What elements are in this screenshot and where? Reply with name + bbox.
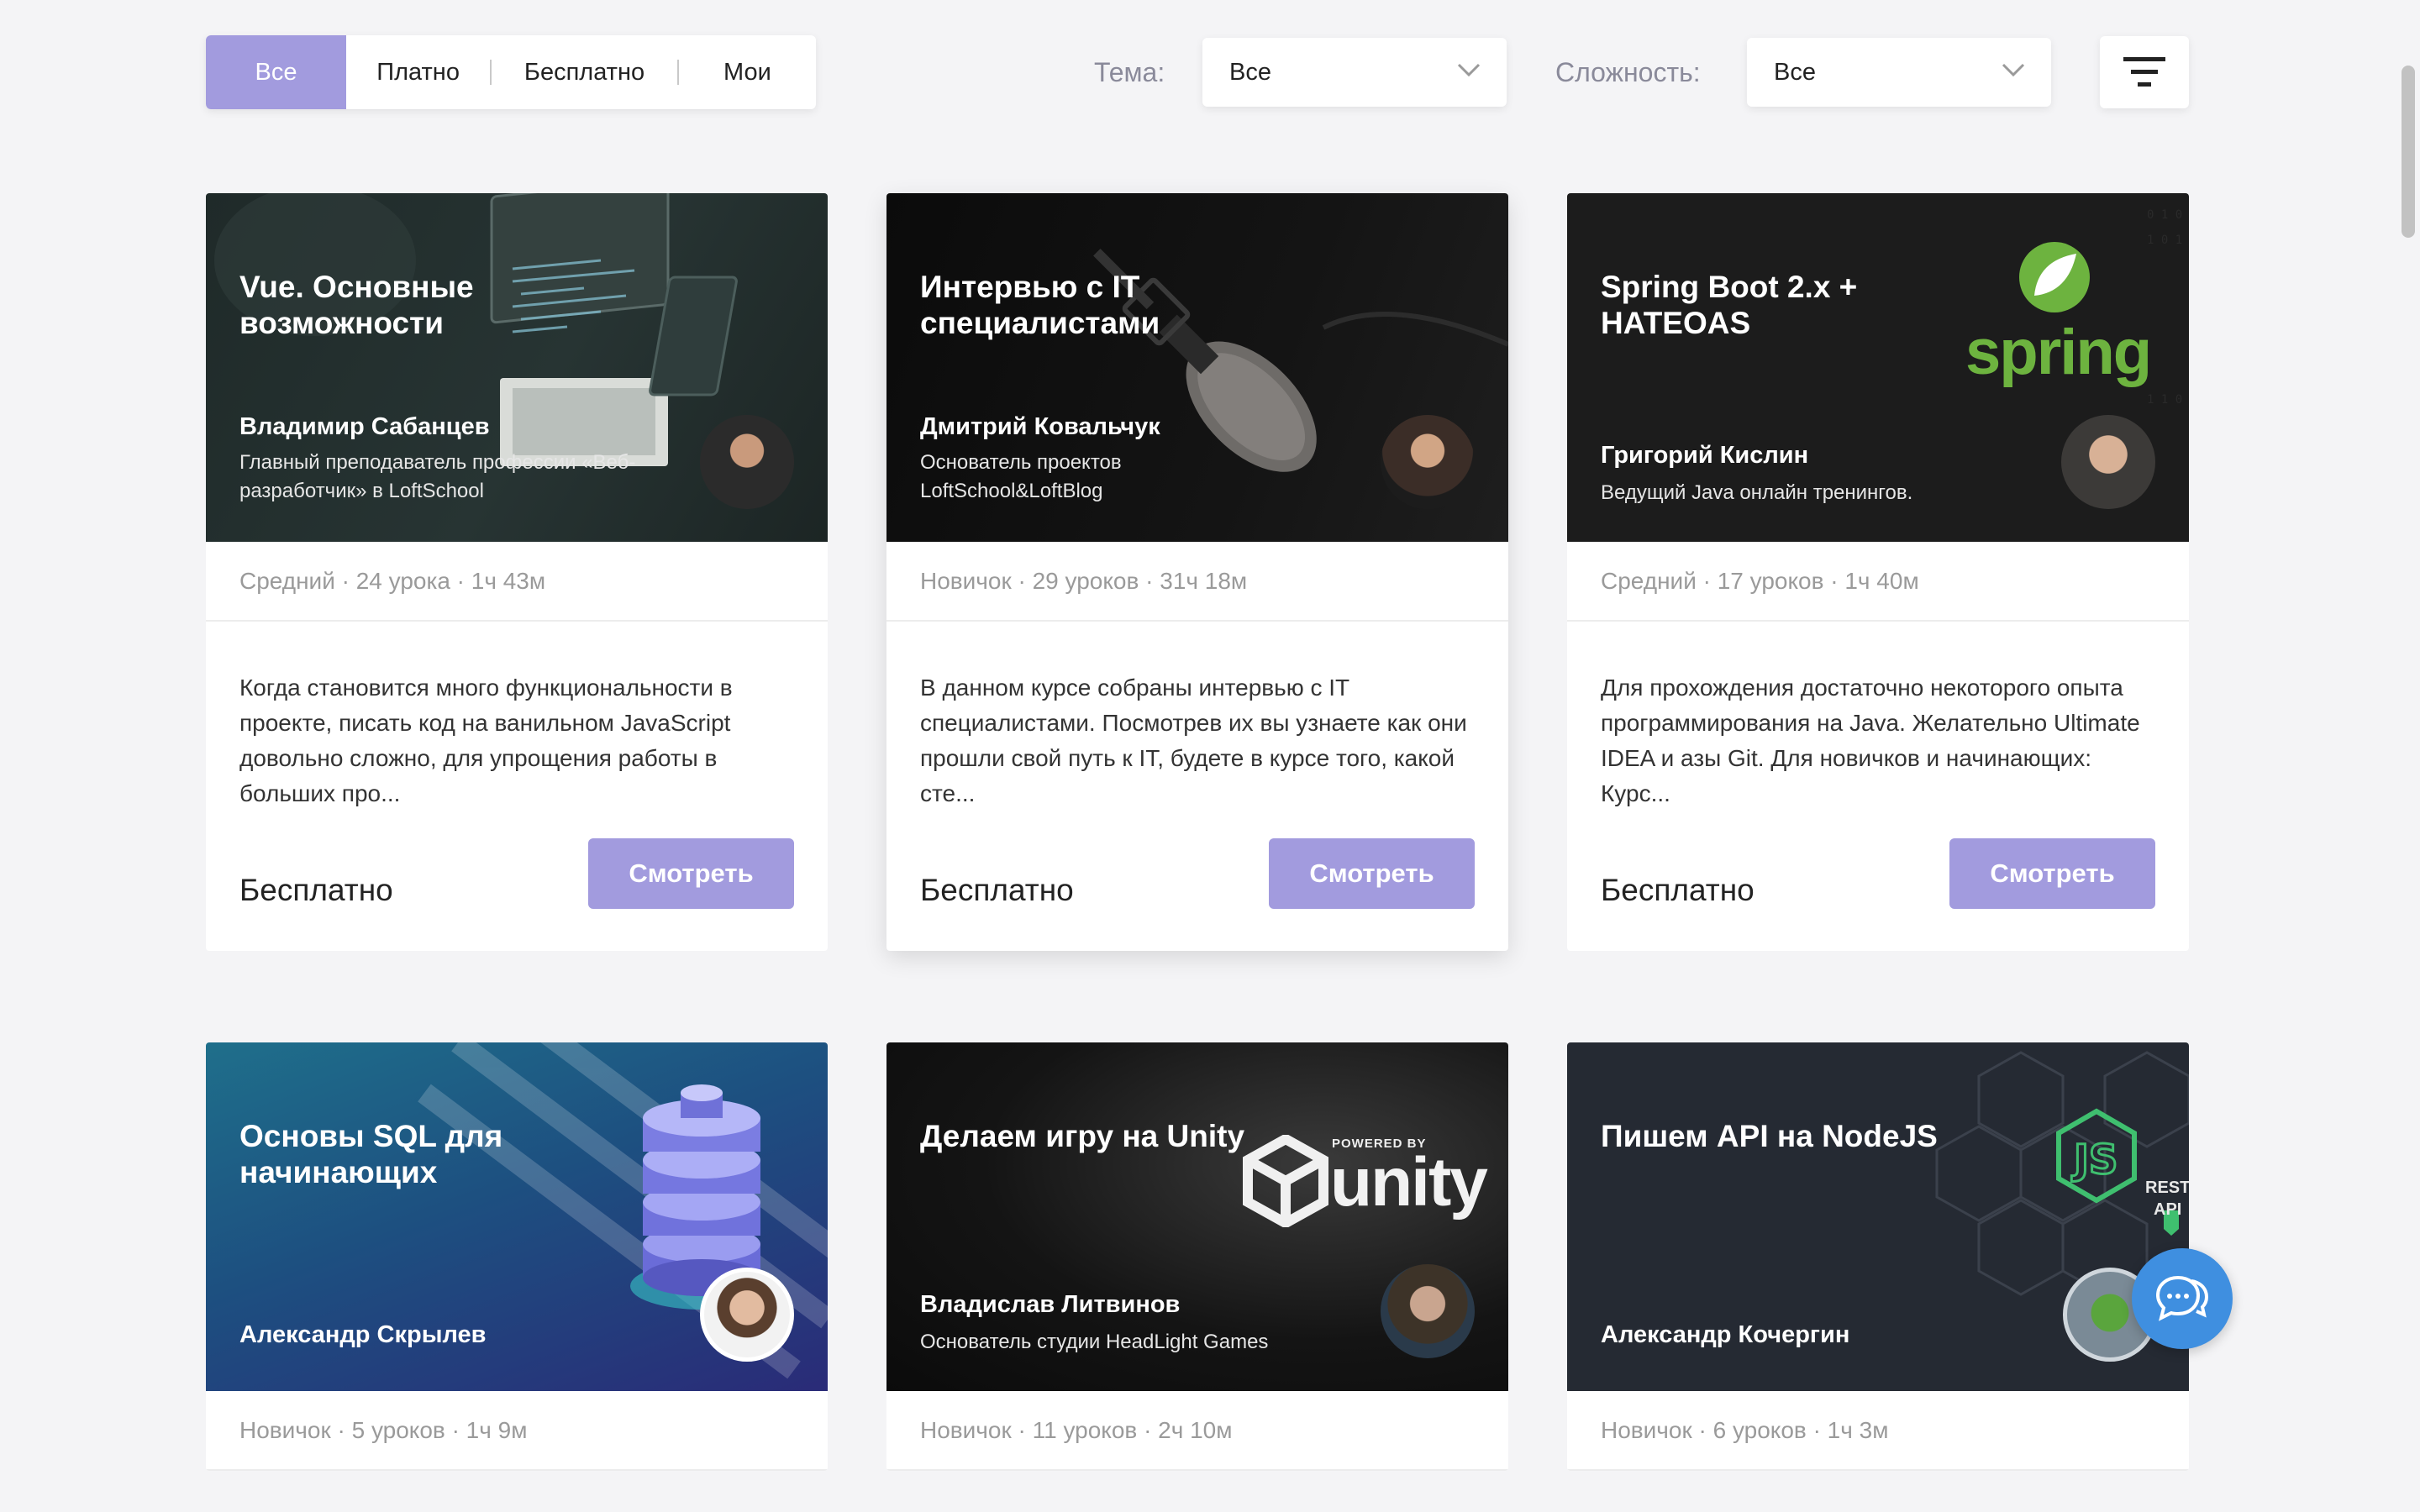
svg-text:1 1 0: 1 1 0 — [2147, 393, 2182, 407]
course-author-role: Основатель студии HeadLight Games — [920, 1331, 1269, 1353]
course-banner: Интервью с IT специалистами Дмитрий Кова… — [886, 193, 1508, 542]
course-author: Дмитрий Ковальчук — [920, 413, 1160, 440]
course-banner: Основы SQL для начинающих Александр Скры… — [206, 1042, 828, 1391]
svg-text:1 0 1: 1 0 1 — [2147, 234, 2182, 247]
tab-paid[interactable]: Платно — [346, 35, 490, 109]
course-title: Пишем API на NodeJS — [1601, 1119, 1938, 1153]
topic-label: Тема: — [1094, 56, 1165, 87]
course-description: Когда становится много функциональности … — [239, 675, 733, 806]
author-avatar — [1381, 1264, 1475, 1358]
course-meta: Средний · 17 уроков · 1ч 40м — [1567, 542, 2189, 622]
course-meta: Новичок · 5 уроков · 1ч 9м — [206, 1391, 828, 1471]
course-title: Интервью с IT специалистами — [920, 270, 1160, 340]
course-description: В данном курсе собраны интервью с IT спе… — [920, 675, 1467, 806]
difficulty-select[interactable]: Все — [1747, 38, 2051, 107]
filter-icon — [2123, 57, 2165, 87]
course-card[interactable]: Интервью с IT специалистами Дмитрий Кова… — [886, 193, 1508, 951]
course-card[interactable]: 0 1 0 1 0 1 1 1 0 spring Spring Boot 2.x +… — [1567, 193, 2189, 951]
course-title: Spring Boot 2.x + HATEOAS — [1601, 270, 1858, 340]
course-author-role: Основатель проектов LoftSchool&LoftBlog — [920, 451, 1122, 502]
course-footer: Бесплатно Смотреть — [206, 830, 828, 951]
course-title: Основы SQL для начинающих — [239, 1119, 503, 1189]
price-filter-tabs: Все Платно Бесплатно Мои — [206, 35, 816, 109]
course-card[interactable]: POWERED BY unity Делаем игру на Unity Вл… — [886, 1042, 1508, 1471]
course-price: Бесплатно — [920, 873, 1074, 907]
filter-bar: Все Платно Бесплатно Мои Тема: Все Сложн… — [206, 35, 2189, 109]
course-author: Александр Кочергин — [1601, 1321, 1850, 1348]
tab-free[interactable]: Бесплатно — [492, 35, 677, 109]
course-footer: Бесплатно Смотреть — [886, 830, 1508, 951]
topic-select[interactable]: Все — [1202, 38, 1507, 107]
author-avatar — [700, 1268, 794, 1362]
chevron-down-icon — [2002, 63, 2025, 77]
course-author-role: Главный преподаватель профессии «Веб-раз… — [239, 451, 636, 502]
svg-text:0 1 0: 0 1 0 — [2147, 208, 2182, 222]
course-meta: Средний · 24 урока · 1ч 43м — [206, 542, 828, 622]
course-footer: Бесплатно Смотреть — [1567, 830, 2189, 951]
svg-text:JS: JS — [2071, 1137, 2118, 1184]
course-card[interactable]: Vue. Основные возможности Владимир Сабан… — [206, 193, 828, 951]
course-author: Александр Скрылев — [239, 1321, 487, 1348]
course-banner: Vue. Основные возможности Владимир Сабан… — [206, 193, 828, 542]
topic-select-value: Все — [1229, 58, 1271, 86]
difficulty-select-value: Все — [1774, 58, 1816, 86]
chevron-down-icon — [1457, 63, 1481, 77]
tab-my[interactable]: Мои — [679, 35, 816, 109]
course-author-role: Ведущий Java онлайн тренингов. — [1601, 481, 1913, 504]
watch-button[interactable]: Смотреть — [1949, 838, 2155, 909]
chat-icon — [2155, 1275, 2209, 1321]
course-price: Бесплатно — [239, 873, 393, 907]
author-avatar — [1381, 415, 1475, 509]
scrollbar-thumb[interactable] — [2402, 66, 2415, 238]
course-meta: Новичок · 6 уроков · 1ч 3м — [1567, 1391, 2189, 1471]
watch-button[interactable]: Смотреть — [588, 838, 794, 909]
course-price: Бесплатно — [1601, 873, 1754, 907]
course-meta: Новичок · 29 уроков · 31ч 18м — [886, 542, 1508, 622]
spring-logo-text: spring — [1965, 317, 2152, 388]
author-avatar — [700, 415, 794, 509]
difficulty-label: Сложность: — [1555, 56, 1701, 87]
filter-button[interactable] — [2100, 36, 2189, 108]
tab-all[interactable]: Все — [206, 35, 347, 109]
course-author: Владимир Сабанцев — [239, 413, 490, 440]
course-meta: Новичок · 11 уроков · 2ч 10м — [886, 1391, 1508, 1471]
watch-button[interactable]: Смотреть — [1269, 838, 1475, 909]
course-author: Владислав Литвинов — [920, 1291, 1181, 1318]
author-avatar — [2061, 415, 2155, 509]
course-banner: POWERED BY unity Делаем игру на Unity Вл… — [886, 1042, 1508, 1391]
rest-api-badge-line1: REST — [2145, 1179, 2189, 1197]
rest-api-badge-line2: API — [2154, 1200, 2182, 1219]
course-card[interactable]: JS REST API Пишем API на NodeJS Александ… — [1567, 1042, 2189, 1471]
course-card[interactable]: Основы SQL для начинающих Александр Скры… — [206, 1042, 828, 1471]
course-description: Для прохождения достаточно некоторого оп… — [1601, 675, 2140, 806]
rest-api-badge: REST API — [2145, 1177, 2189, 1221]
chat-button[interactable] — [2132, 1248, 2233, 1349]
course-banner: JS REST API Пишем API на NodeJS Александ… — [1567, 1042, 2189, 1391]
course-author: Григорий Кислин — [1601, 442, 1809, 469]
course-title: Делаем игру на Unity — [920, 1119, 1245, 1153]
unity-logo-text: unity — [1330, 1144, 1488, 1221]
course-title: Vue. Основные возможности — [239, 270, 474, 340]
course-banner: 0 1 0 1 0 1 1 1 0 spring Spring Boot 2.x +… — [1567, 193, 2189, 542]
